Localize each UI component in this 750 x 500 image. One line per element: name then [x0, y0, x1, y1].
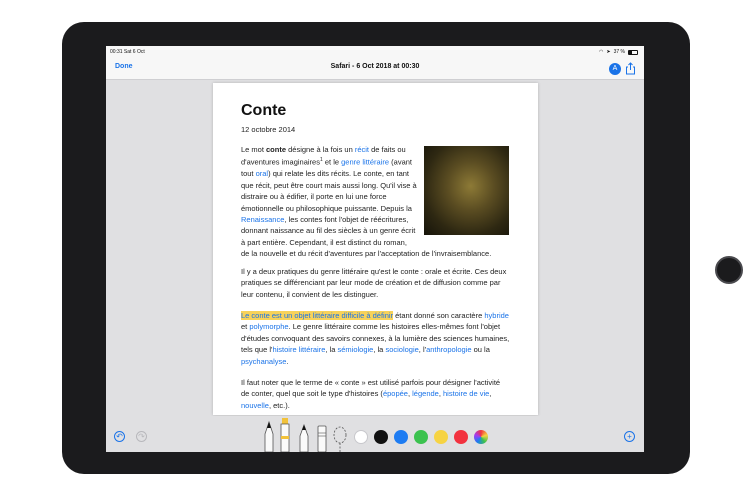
document-page: Conte 12 octobre 2014 Le mot conte désig…: [213, 83, 538, 415]
add-icon[interactable]: +: [624, 431, 635, 442]
paragraph-4: Il faut noter que le terme de « conte » …: [241, 378, 501, 410]
page-title: Conte: [241, 102, 287, 119]
color-swatch-black[interactable]: [374, 430, 388, 444]
paragraph-3: Le conte est un objet littéraire diffici…: [241, 311, 510, 366]
status-bar: 00:31 Sat 6 Oct ◠ ➤ 37 %: [106, 46, 644, 58]
color-swatch-green[interactable]: [414, 430, 428, 444]
color-swatch-white[interactable]: [354, 430, 368, 444]
home-button[interactable]: [715, 256, 743, 284]
share-icon[interactable]: [625, 62, 636, 75]
location-icon: ➤: [606, 49, 611, 55]
page-date: 12 octobre 2014: [241, 125, 296, 134]
pencil-tool-icon[interactable]: [298, 424, 310, 452]
color-swatch-blue[interactable]: [394, 430, 408, 444]
status-right: ◠ ➤ 37 %: [599, 49, 638, 55]
wifi-icon: ◠: [599, 49, 604, 55]
screen: 00:31 Sat 6 Oct ◠ ➤ 37 % Done Safari - 6…: [106, 46, 644, 452]
status-time: 00:31 Sat 6 Oct: [110, 49, 145, 55]
undo-icon[interactable]: ↶: [114, 431, 125, 442]
pen-tool-icon[interactable]: [263, 420, 275, 452]
color-swatch-yellow[interactable]: [434, 430, 448, 444]
color-swatch-red[interactable]: [454, 430, 468, 444]
marker-tool-icon[interactable]: [279, 416, 291, 452]
markup-pen-icon[interactable]: A: [609, 63, 621, 75]
battery-icon: [628, 49, 638, 55]
eraser-tool-icon[interactable]: [316, 424, 328, 452]
color-picker-icon[interactable]: [474, 430, 488, 444]
redo-icon[interactable]: ↷: [136, 431, 147, 442]
battery-percent: 37 %: [613, 49, 625, 55]
lasso-tool-icon[interactable]: [332, 424, 348, 452]
markup-nav-bar: Done Safari - 6 Oct 2018 at 00:30 A: [106, 58, 644, 80]
markup-toolbar: ↶ ↷ +: [106, 416, 644, 452]
paragraph-2: Il y a deux pratiques du genre littérair…: [241, 267, 507, 299]
nav-title: Safari - 6 Oct 2018 at 00:30: [330, 63, 420, 70]
paragraph-1: Le mot conte désigne à la fois un récit …: [241, 145, 492, 259]
